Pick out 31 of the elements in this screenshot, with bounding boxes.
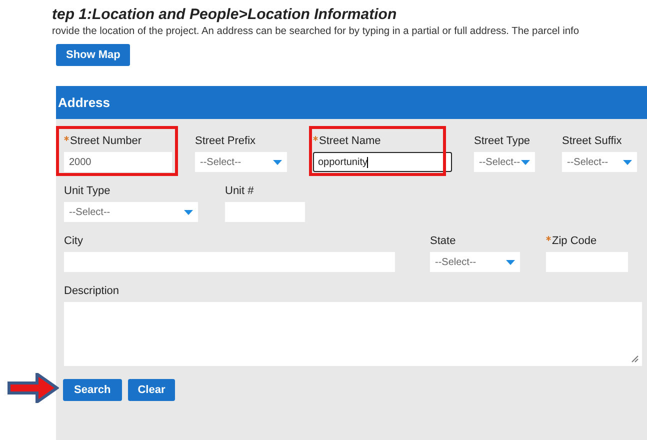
page-heading: tep 1:Location and People>Location Information xyxy=(52,6,398,23)
description-field[interactable] xyxy=(64,302,642,366)
field-label: Unit # xyxy=(225,185,255,199)
select-dropdown[interactable]: --Select-- xyxy=(430,252,520,272)
dropdown-caret-icon xyxy=(623,160,632,164)
field-label: Zip Code xyxy=(546,235,628,249)
field-label: City xyxy=(64,235,84,249)
show-map-button[interactable]: Show Map xyxy=(56,44,130,66)
clear-button[interactable]: Clear xyxy=(128,379,176,401)
select-dropdown[interactable]: --Select-- xyxy=(474,152,535,172)
dropdown-caret-icon xyxy=(273,160,282,164)
field-label: Street Suffix xyxy=(562,135,623,149)
field-label: Street Prefix xyxy=(195,135,257,149)
field-label: Description xyxy=(64,285,120,299)
input-field[interactable]: opportunity xyxy=(313,152,452,172)
dropdown-caret-icon xyxy=(521,160,530,164)
field-label: Street Name xyxy=(313,135,452,149)
dropdown-caret-icon xyxy=(184,210,193,214)
field-label: Street Number xyxy=(64,135,172,149)
input-field[interactable]: 2000 xyxy=(64,152,172,172)
instructions-text: rovide the location of the project. An address can be searched for by typing in a partial or full address. The parcel info xyxy=(52,26,580,37)
select-dropdown[interactable]: --Select-- xyxy=(562,152,637,172)
field-label: State xyxy=(430,235,457,249)
select-dropdown[interactable]: --Select-- xyxy=(64,202,198,222)
resize-grip-icon[interactable] xyxy=(631,355,639,363)
dropdown-caret-icon xyxy=(506,260,515,264)
search-button[interactable]: Search xyxy=(63,379,122,401)
select-dropdown[interactable]: --Select-- xyxy=(195,152,287,172)
panel-title: Address xyxy=(56,86,647,119)
field-label: Street Type xyxy=(474,135,532,149)
field-label: Unit Type xyxy=(64,185,112,199)
